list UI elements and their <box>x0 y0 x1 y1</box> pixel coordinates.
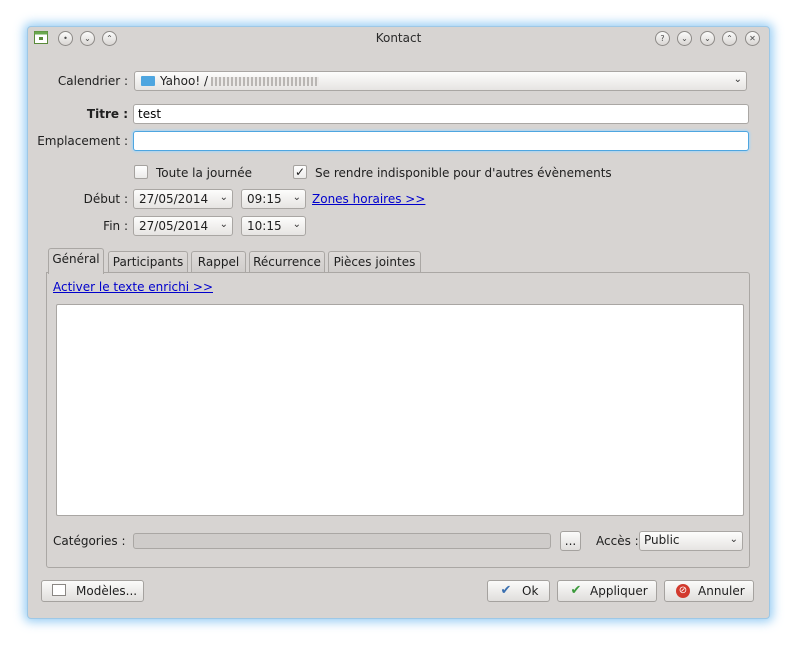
close-icon: ✕ <box>749 34 756 43</box>
chevron-down-icon: ⌄ <box>292 219 301 230</box>
help-icon: ? <box>660 34 665 43</box>
chevron-down-icon: ⌄ <box>219 219 228 230</box>
tab-participants[interactable]: Participants <box>108 251 188 273</box>
chevron-down-icon: ⌄ <box>292 192 301 203</box>
apply-button[interactable]: ✔ Appliquer <box>557 580 657 602</box>
help-button[interactable]: ? <box>655 31 670 46</box>
checkmark-icon: ✓ <box>294 165 306 179</box>
access-label: Accès : <box>596 534 639 548</box>
chevron-up-icon: ⌃ <box>726 34 733 43</box>
cancel-icon: ⊘ <box>676 584 690 598</box>
categories-label: Catégories : <box>53 534 126 548</box>
categories-field[interactable] <box>133 533 551 549</box>
end-date-value: 27/05/2014 <box>139 219 209 233</box>
start-date-select[interactable]: 27/05/2014 ⌄ <box>133 189 233 209</box>
tab-general[interactable]: Général <box>48 248 104 274</box>
timezones-link[interactable]: Zones horaires >> <box>312 192 425 206</box>
check-icon: ✔ <box>570 583 582 598</box>
apply-label: Appliquer <box>590 584 648 598</box>
close-button[interactable]: ✕ <box>745 31 760 46</box>
title-input[interactable] <box>133 104 749 124</box>
tab-attachments[interactable]: Pièces jointes <box>328 251 421 273</box>
chevron-down-icon: ⌄ <box>729 534 738 545</box>
rich-text-link[interactable]: Activer le texte enrichi >> <box>53 280 213 294</box>
start-date-value: 27/05/2014 <box>139 192 209 206</box>
end-date-select[interactable]: 27/05/2014 ⌄ <box>133 216 233 236</box>
keep-below-button[interactable]: ⌄ <box>677 31 692 46</box>
start-time-value: 09:15 <box>247 192 282 206</box>
location-input[interactable] <box>133 131 749 151</box>
categories-button[interactable]: ... <box>560 531 581 551</box>
template-icon <box>52 584 66 596</box>
calendar-label: Calendrier : <box>57 74 128 88</box>
start-time-select[interactable]: 09:15 ⌄ <box>241 189 306 209</box>
tab-recurrence[interactable]: Récurrence <box>249 251 325 273</box>
chevron-down-icon: ⌄ <box>733 74 742 85</box>
calendar-select[interactable]: Yahoo! / ⌄ <box>134 71 747 91</box>
ok-button[interactable]: ✔ Ok <box>487 580 550 602</box>
folder-icon <box>141 76 155 86</box>
busy-label: Se rendre indisponible pour d'autres évè… <box>315 166 612 180</box>
title-label: Titre : <box>86 107 128 121</box>
access-value: Public <box>644 533 680 547</box>
chevron-down-icon: ⌄ <box>219 192 228 203</box>
end-time-select[interactable]: 10:15 ⌄ <box>241 216 306 236</box>
general-tab-panel: Activer le texte enrichi >> Catégories :… <box>46 272 750 568</box>
maximize-button[interactable]: ⌃ <box>722 31 737 46</box>
all-day-checkbox[interactable] <box>134 165 148 179</box>
ok-label: Ok <box>522 584 539 598</box>
all-day-label: Toute la journée <box>156 166 253 180</box>
check-icon: ✔ <box>500 583 512 598</box>
busy-checkbox[interactable]: ✓ <box>293 165 307 179</box>
end-label: Fin : <box>103 219 128 233</box>
access-select[interactable]: Public ⌄ <box>639 531 743 551</box>
chevron-down-icon: ⌄ <box>704 34 711 43</box>
tab-reminder[interactable]: Rappel <box>191 251 246 273</box>
templates-label: Modèles... <box>76 584 138 598</box>
cancel-label: Annuler <box>698 584 745 598</box>
minimize-button[interactable]: ⌄ <box>700 31 715 46</box>
cancel-button[interactable]: ⊘ Annuler <box>664 580 754 602</box>
end-time-value: 10:15 <box>247 219 282 233</box>
calendar-value: Yahoo! / <box>160 74 208 88</box>
redacted-account <box>211 77 319 86</box>
location-label: Emplacement : <box>37 134 128 148</box>
double-chevron-down-icon: ⌄ <box>681 34 688 43</box>
description-editor[interactable] <box>56 304 744 516</box>
templates-button[interactable]: Modèles... <box>41 580 144 602</box>
start-label: Début : <box>83 192 128 206</box>
event-editor-window: • ⌄ ⌃ Kontact ? ⌄ ⌄ ⌃ ✕ Calendrier : Yah… <box>27 26 770 619</box>
